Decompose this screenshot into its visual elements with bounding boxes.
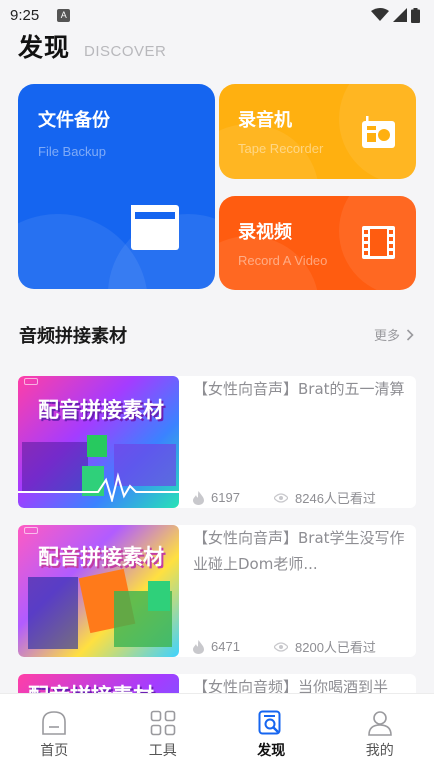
battery-icon xyxy=(411,7,420,23)
views-stat: 8246人已看过 xyxy=(274,488,376,507)
nav-item-home[interactable]: 首页 xyxy=(0,694,109,773)
item-stats: 6471 8200人已看过 xyxy=(193,637,376,656)
eye-icon xyxy=(274,492,288,503)
list-item[interactable]: 配音拼接素材 【女性向音声】Brat学生没写作业碰上Dom老师... 6471 … xyxy=(18,525,416,657)
status-time: 9:25 xyxy=(10,6,40,24)
likes-count: 6471 xyxy=(211,639,240,654)
card-title: 文件备份 xyxy=(38,110,110,131)
thumbnail-title: 配音拼接素材 xyxy=(38,545,164,569)
views-count: 8200人已看过 xyxy=(295,640,376,655)
eye-icon xyxy=(274,641,288,652)
notification-icon: A xyxy=(57,8,71,22)
fire-icon xyxy=(193,490,204,505)
badge-decor xyxy=(24,527,38,534)
folder-icon xyxy=(131,205,179,250)
nav-label: 我的 xyxy=(365,743,394,759)
views-stat: 8200人已看过 xyxy=(274,637,376,656)
thumbnail-image: 配音拼接素材 xyxy=(18,376,179,508)
item-stats: 6197 8246人已看过 xyxy=(193,488,376,507)
likes-stat: 6471 xyxy=(193,639,274,654)
user-icon xyxy=(367,711,392,736)
discover-icon xyxy=(258,710,281,735)
grid-icon xyxy=(150,710,176,736)
more-label: 更多 xyxy=(373,329,400,344)
views-count: 8246人已看过 xyxy=(295,491,376,506)
note-tile xyxy=(87,435,107,457)
home-icon xyxy=(42,711,67,735)
bottom-nav: 首页 工具 发现 我的 xyxy=(0,693,434,773)
card-subtitle: Record A Video xyxy=(238,253,328,268)
card-subtitle: File Backup xyxy=(38,144,106,159)
file-backup-card[interactable]: 文件备份 File Backup xyxy=(18,84,215,289)
film-icon xyxy=(362,226,395,259)
tape-recorder-card[interactable]: 录音机 Tape Recorder xyxy=(219,84,416,179)
signal-icon xyxy=(393,8,407,22)
thumb-panel xyxy=(28,577,78,649)
nav-label: 首页 xyxy=(40,743,69,759)
likes-stat: 6197 xyxy=(193,490,274,505)
card-title: 录音机 xyxy=(238,110,292,131)
list-item[interactable]: 配音拼接素材 【女性向音声】Brat的五一清算 6197 8246人已看过 xyxy=(18,376,416,508)
radio-icon xyxy=(362,116,395,148)
fire-icon xyxy=(193,639,204,654)
nav-item-profile[interactable]: 我的 xyxy=(326,694,434,773)
section-title: 音频拼接素材 xyxy=(19,326,127,347)
page-title: 发现 xyxy=(18,33,71,62)
status-bar: 9:25 A xyxy=(0,0,434,30)
nav-item-tools[interactable]: 工具 xyxy=(109,694,218,773)
page-header: 发现 DISCOVER xyxy=(18,28,166,64)
record-video-card[interactable]: 录视频 Record A Video xyxy=(219,196,416,290)
card-title: 录视频 xyxy=(238,222,292,243)
wifi-icon xyxy=(371,8,389,21)
page-subtitle: DISCOVER xyxy=(84,43,167,60)
note-tile xyxy=(148,581,170,611)
more-link[interactable]: 更多 xyxy=(374,325,414,344)
likes-count: 6197 xyxy=(211,490,240,505)
nav-label: 工具 xyxy=(148,743,177,759)
nav-label: 发现 xyxy=(257,743,286,759)
nav-item-discover[interactable]: 发现 xyxy=(217,694,326,773)
item-title: 【女性向音声】Brat的五一清算 xyxy=(193,380,405,398)
badge-decor xyxy=(24,378,38,385)
thumbnail-image: 配音拼接素材 xyxy=(18,525,179,657)
item-title: 【女性向音声】Brat学生没写作业碰上Dom老师... xyxy=(193,529,405,573)
waveform-icon xyxy=(18,472,179,502)
card-subtitle: Tape Recorder xyxy=(238,141,324,156)
status-icons xyxy=(371,7,420,23)
chevron-right-icon xyxy=(406,328,414,341)
thumbnail-title: 配音拼接素材 xyxy=(38,398,164,422)
